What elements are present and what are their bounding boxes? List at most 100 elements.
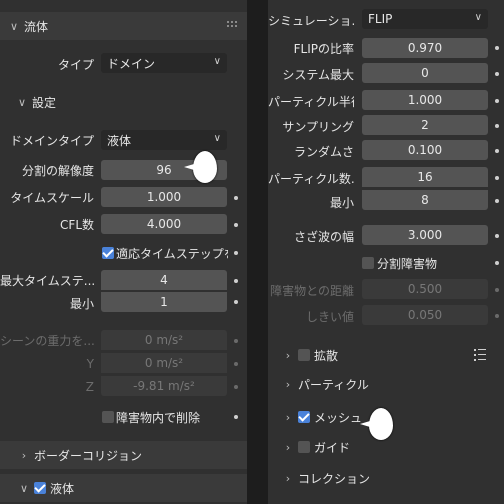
domain-type-dropdown[interactable]: 液体 ∨ [101,130,227,150]
guides-checkbox[interactable] [298,441,310,453]
keyframe-dot-icon [495,314,499,318]
keyframe-dot-icon[interactable] [495,72,499,76]
gravity-z-value: -9.81 m/s² [133,379,195,393]
collections-label: コレクション [298,471,371,486]
sampling-field[interactable]: 2 [362,115,488,135]
particles-label: パーティクル [298,377,369,392]
chevron-down-icon: ∨ [19,481,29,495]
particle-count-value: 16 [417,170,433,184]
time-scale-value: 1.000 [146,190,182,204]
border-collision-header[interactable]: › ボーダーコリジョン [0,441,247,469]
particle-min-label: 最小 [329,196,354,210]
liquid-label: 液体 [50,481,75,496]
chevron-right-icon: › [285,377,291,391]
obstacle-distance-field: 0.500 [362,279,488,299]
delete-in-obstacle-label: 障害物内で削除 [116,411,201,425]
keyframe-dot-icon[interactable] [495,124,499,128]
dropdown-arrow-icon: ∨ [213,133,221,144]
particle-radius-field[interactable]: 1.000 [362,90,488,110]
keyframe-dot-icon[interactable] [495,46,499,50]
gravity-x-field: 0 m/s² [101,330,227,350]
narrow-band-label: さざ波の幅 [293,230,354,244]
gravity-y-value: 0 m/s² [144,356,184,370]
chevron-right-icon: › [21,448,27,462]
threshold-value: 0.050 [407,308,443,322]
narrow-band-value: 3.000 [407,228,443,242]
keyframe-dot-icon[interactable] [234,279,238,283]
adaptive-timesteps-checkbox[interactable] [102,247,114,259]
settings-header-label: 設定 [32,95,57,110]
fractional-obstacles-checkbox[interactable] [362,257,374,269]
threshold-field: 0.050 [362,305,488,325]
keyframe-dot-icon[interactable] [234,223,238,227]
keyframe-dot-icon [234,362,238,366]
particle-min-field[interactable]: 8 [362,190,488,210]
settings-subpanel-header[interactable]: ∨ 設定 [0,88,247,116]
randomness-value: 0.100 [407,143,443,157]
max-timesteps-field[interactable]: 4 [101,270,227,290]
keyframe-dot-icon[interactable] [495,149,499,153]
min-timesteps-field[interactable]: 1 [101,292,227,312]
flip-ratio-value: 0.970 [407,41,443,55]
keyframe-dot-icon[interactable] [234,196,238,200]
liquid-properties-panel: シミュレーショ... FLIP ∨ FLIPの比率 0.970 システム最大 0… [268,0,504,504]
mesh-label: メッシュ [314,410,363,425]
keyframe-dot-icon[interactable] [495,176,499,180]
liquid-checkbox[interactable] [34,482,46,494]
mesh-checkbox[interactable] [298,411,310,423]
touch-cursor-icon [184,151,217,183]
drag-grip-icon[interactable] [227,21,239,29]
gravity-x-value: 0 m/s² [144,333,184,347]
keyframe-dot-icon [234,339,238,343]
gravity-z-field: -9.81 m/s² [101,376,227,396]
gravity-y-field: 0 m/s² [101,353,227,373]
fluid-panel-header[interactable]: ∨ 流体 [0,12,247,40]
type-dropdown[interactable]: ドメイン ∨ [101,53,227,73]
obstacle-distance-label: 障害物との距離 [270,284,354,298]
sim-method-dropdown[interactable]: FLIP ∨ [362,9,488,29]
cfl-field[interactable]: 4.000 [101,214,227,234]
list-icon[interactable] [474,349,486,361]
system-max-label: システム最大 [282,68,354,82]
collections-header[interactable]: › コレクション [268,464,504,492]
diffusion-header[interactable]: › 拡散 [268,341,504,369]
keyframe-dot-icon[interactable] [495,234,499,238]
diffusion-checkbox[interactable] [298,349,310,361]
cfl-label: CFL数 [60,218,94,232]
particle-count-field[interactable]: 16 [362,167,488,187]
keyframe-dot-icon[interactable] [495,199,499,203]
particles-header[interactable]: › パーティクル [268,370,504,398]
adaptive-timesteps-label: 適応タイムステップを... [116,247,228,261]
particle-radius-label: パーティクル半径 [268,95,354,109]
chevron-right-icon: › [285,440,291,454]
fluid-header-label: 流体 [24,19,49,34]
max-timesteps-label: 最大タイムステ... [0,274,94,288]
time-scale-field[interactable]: 1.000 [101,187,227,207]
chevron-down-icon: ∨ [17,95,27,109]
chevron-right-icon: › [285,348,291,362]
system-max-field[interactable]: 0 [362,63,488,83]
keyframe-dot-icon [495,288,499,292]
keyframe-dot-icon[interactable] [234,300,238,304]
fractional-obstacles-label: 分割障害物 [377,257,438,271]
liquid-header[interactable]: ∨ 液体 [0,474,247,502]
max-timesteps-value: 4 [160,273,168,287]
delete-in-obstacle-checkbox[interactable] [102,411,114,423]
keyframe-dot-icon[interactable] [495,261,499,265]
narrow-band-field[interactable]: 3.000 [362,225,488,245]
threshold-label: しきい値 [305,310,354,324]
particle-min-value: 8 [421,193,429,207]
dropdown-arrow-icon: ∨ [474,12,482,23]
guides-label: ガイド [314,440,351,455]
resolution-value: 96 [156,163,172,177]
keyframe-dot-icon [234,385,238,389]
keyframe-dot-icon[interactable] [234,251,238,255]
randomness-field[interactable]: 0.100 [362,140,488,160]
flip-ratio-field[interactable]: 0.970 [362,38,488,58]
sampling-value: 2 [421,118,429,132]
keyframe-dot-icon[interactable] [495,99,499,103]
touch-cursor-icon [360,408,393,440]
chevron-right-icon: › [285,410,291,424]
keyframe-dot-icon[interactable] [234,415,238,419]
flip-ratio-label: FLIPの比率 [293,42,354,56]
